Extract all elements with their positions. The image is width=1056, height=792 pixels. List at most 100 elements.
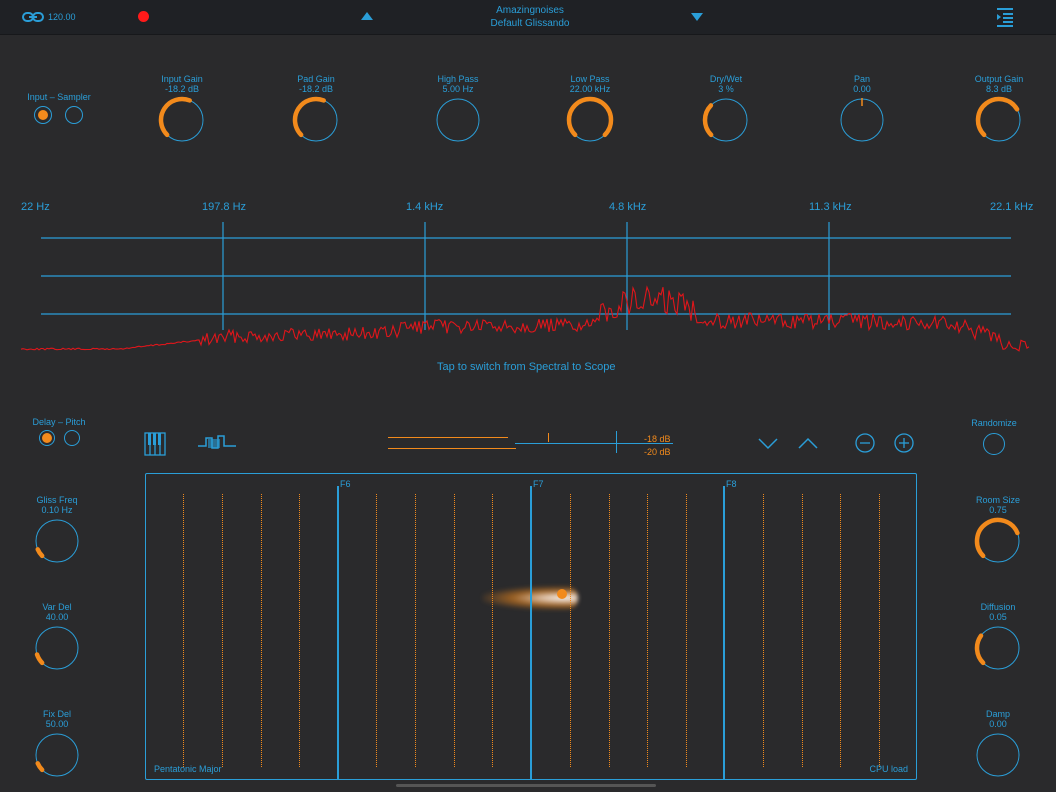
knobs_top-knob-pad-gain[interactable]: Pad Gain -18.2 dB <box>276 74 356 146</box>
knob-dial[interactable] <box>292 96 340 144</box>
octave-line <box>723 486 725 779</box>
knob-title: Low Pass <box>570 74 610 84</box>
knob-value: 0.00 <box>853 84 871 94</box>
freq-label: 4.8 kHz <box>609 201 647 213</box>
input-radio[interactable] <box>34 106 52 124</box>
input-switch-label: Input – Sampler <box>27 92 91 102</box>
triangle-down-icon[interactable] <box>690 12 704 22</box>
knob-title: Diffusion <box>980 602 1016 612</box>
pitch-radio[interactable] <box>64 430 80 446</box>
knob-value: 8.3 dB <box>985 84 1013 94</box>
record-icon[interactable] <box>138 11 149 22</box>
knob-value: -18.2 dB <box>164 84 200 94</box>
plus-circle-icon[interactable] <box>894 433 914 453</box>
triangle-up-icon[interactable] <box>360 11 374 21</box>
knobs_top-knob-input-gain[interactable]: Input Gain -18.2 dB <box>142 74 222 146</box>
scale-step-line <box>299 494 300 767</box>
freq-label: 11.3 kHz <box>809 201 852 213</box>
piano-keys-icon[interactable] <box>144 432 166 456</box>
knob-value: 22.00 kHz <box>569 84 611 94</box>
scale-step-line <box>686 494 687 767</box>
knob-dial[interactable] <box>434 96 482 144</box>
scale-step-line <box>376 494 377 767</box>
knobs_right-knob-room-size[interactable]: Room Size 0.75 <box>963 495 1033 575</box>
knob-level-arc <box>292 96 326 138</box>
scale-step-line <box>454 494 455 767</box>
spectrum-curve <box>20 285 1030 352</box>
spectrum-hint[interactable]: Tap to switch from Spectral to Scope <box>437 361 616 373</box>
octave-line <box>530 486 532 779</box>
level-meter-bottom <box>388 448 516 449</box>
tempo-value: 120.00 <box>48 12 76 22</box>
knob-title: Dry/Wet <box>709 74 743 84</box>
knob-title: Room Size <box>975 495 1020 505</box>
chevron-down-icon[interactable] <box>757 436 779 450</box>
knob-level-arc <box>974 517 1020 559</box>
freq-label: 22.1 kHz <box>990 201 1034 213</box>
scale-step-line <box>840 494 841 767</box>
knob-dial[interactable] <box>838 96 886 144</box>
scale-step-line <box>879 494 880 767</box>
octave-label: F7 <box>533 479 544 489</box>
knob-dial[interactable] <box>158 96 206 144</box>
app-name: Amazingnoises <box>496 5 564 16</box>
knob-dial[interactable] <box>702 96 750 144</box>
knob-value: 50.00 <box>45 719 69 729</box>
knobs_left-knob-fix-del[interactable]: Fix Del 50.00 <box>22 709 92 789</box>
knob-dial[interactable] <box>566 96 614 144</box>
knob-value: 0.10 Hz <box>41 505 73 515</box>
freq-label: 22 Hz <box>21 201 50 213</box>
delay-radio[interactable] <box>39 430 55 446</box>
chevron-up-icon[interactable] <box>797 436 819 450</box>
delay-switch-label: Delay – Pitch <box>32 417 86 427</box>
freq-label: 197.8 Hz <box>202 201 247 213</box>
knobs_top-knob-low-pass[interactable]: Low Pass 22.00 kHz <box>550 74 630 146</box>
preset-display[interactable]: Amazingnoises Default Glissando <box>440 4 620 30</box>
knobs_top-knob-pan[interactable]: Pan 0.00 <box>822 74 902 146</box>
randomize-label: Randomize <box>971 418 1017 428</box>
knob-title: Fix Del <box>42 709 71 719</box>
preset-name: Default Glissando <box>490 18 570 29</box>
knobs_left-knob-var-del[interactable]: Var Del 40.00 <box>22 602 92 682</box>
knobs_right-knob-damp[interactable]: Damp 0.00 <box>963 709 1033 789</box>
menu-list-icon[interactable] <box>995 7 1015 27</box>
scale-step-line <box>609 494 610 767</box>
knob-level-arc <box>35 547 45 559</box>
home-indicator <box>396 784 656 787</box>
knob-title: Pad Gain <box>297 74 335 84</box>
knob-level-arc <box>566 96 614 138</box>
knob-dial[interactable] <box>33 624 81 672</box>
knob-value: 40.00 <box>45 612 69 622</box>
knob-title: Damp <box>985 709 1010 719</box>
minus-circle-icon[interactable] <box>855 433 875 453</box>
knob-value: 5.00 Hz <box>442 84 474 94</box>
knob-dial[interactable] <box>975 96 1023 144</box>
knob-dial[interactable] <box>974 731 1022 779</box>
knobs_right-knob-diffusion[interactable]: Diffusion 0.05 <box>963 602 1033 682</box>
scale-step-line <box>222 494 223 767</box>
knob-dial[interactable] <box>974 517 1022 565</box>
radio-selected-dot <box>38 110 48 120</box>
knobs_left-knob-gliss-freq[interactable]: Gliss Freq 0.10 Hz <box>22 495 92 575</box>
knob-title: Output Gain <box>974 74 1024 84</box>
spectrum-display[interactable] <box>0 215 1056 365</box>
step-waveform-icon[interactable] <box>198 434 236 452</box>
knob-level-arc <box>34 652 45 666</box>
glissando-pad[interactable]: Pentatonic Major CPU load F6 F7 F8 <box>145 473 917 780</box>
randomize-button[interactable] <box>983 433 1005 455</box>
touch-point[interactable] <box>557 589 567 599</box>
knob-dial[interactable] <box>33 731 81 779</box>
knob-value: -18.2 dB <box>298 84 334 94</box>
knobs_top-knob-dry-wet[interactable]: Dry/Wet 3 % <box>686 74 766 146</box>
sampler-radio[interactable] <box>65 106 83 124</box>
knobs_top-knob-output-gain[interactable]: Output Gain 8.3 dB <box>959 74 1039 146</box>
knob-dial[interactable] <box>33 517 81 565</box>
knobs_top-knob-high-pass[interactable]: High Pass 5.00 Hz <box>418 74 498 146</box>
knob-level-arc <box>974 633 986 666</box>
link-icon[interactable] <box>22 10 44 24</box>
knob-dial[interactable] <box>974 624 1022 672</box>
knob-title: Gliss Freq <box>36 495 78 505</box>
knob-ring <box>976 733 1020 777</box>
meter-top-value: -18 dB <box>644 434 671 444</box>
octave-label: F6 <box>340 479 351 489</box>
